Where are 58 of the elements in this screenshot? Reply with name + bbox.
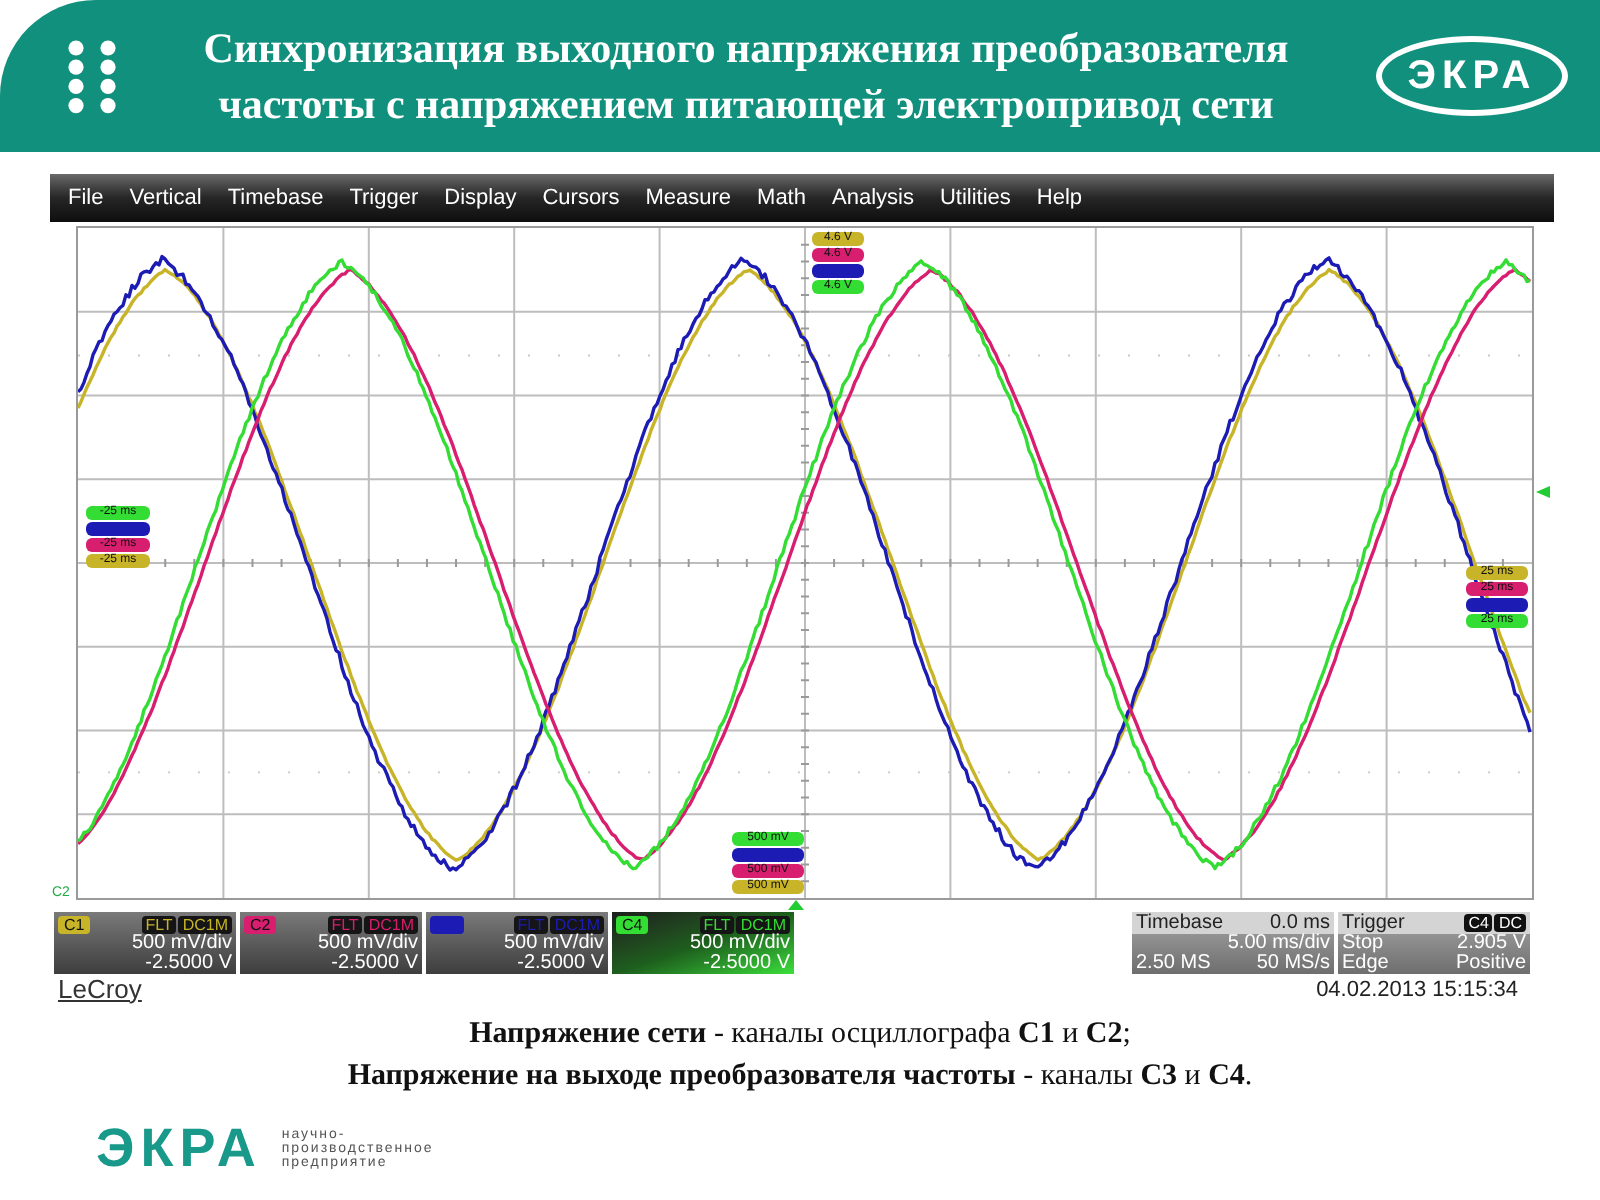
channel-flag: DC1M: [736, 915, 790, 933]
sample-rate: 50 MS/s: [1256, 954, 1330, 974]
trigger-slope: Positive: [1455, 954, 1526, 974]
menu-item[interactable]: File: [68, 187, 104, 209]
trigger-level-icon: [1536, 486, 1550, 498]
channel-offset: -2.5000 V: [331, 954, 418, 974]
menu-item[interactable]: Math: [757, 187, 806, 209]
trigger-title: Trigger: [1342, 913, 1405, 933]
menu-item[interactable]: Cursors: [542, 187, 620, 209]
trigger-panel[interactable]: Trigger C4 DC Stop 2.905 V Edge Positive: [1338, 912, 1530, 974]
channel-panel[interactable]: C4 FLT DC1M 500 mV/div -2.5000 V: [612, 912, 794, 974]
timebase-scale: 5.00 ms/div: [1227, 934, 1330, 954]
channel-flag: FLT: [699, 915, 735, 933]
channel-offset: -2.5000 V: [703, 954, 790, 974]
menu-item[interactable]: Measure: [645, 187, 732, 209]
timebase-title: Timebase: [1136, 913, 1224, 933]
channel-flag: FLT: [513, 915, 549, 933]
menu-item[interactable]: Utilities: [939, 187, 1011, 209]
channel-tag: C1: [58, 915, 91, 933]
channel-tag: C2: [244, 915, 277, 933]
trigger-source: C4: [1464, 914, 1493, 932]
channel-panel[interactable]: C2 FLT DC1M 500 mV/div -2.5000 V: [240, 912, 422, 974]
company-logo: ЭКРА: [1376, 36, 1568, 116]
menu-item[interactable]: Trigger: [349, 187, 419, 209]
slide-title: Синхронизация выходного напряжения преобразователя: [203, 22, 1289, 76]
trigger-voltage: 2.905 V: [1457, 934, 1526, 954]
menu-item[interactable]: Help: [1036, 187, 1083, 209]
channel-flag: FLT: [141, 915, 177, 933]
dots-grid-icon: [68, 39, 116, 113]
slide-title: частоты с напряжением питающей электропривод сети: [218, 78, 1274, 132]
caption-line: Напряжение сети - каналы осциллографа C1 и C2;: [469, 1016, 1131, 1054]
channel-flag: DC1M: [550, 915, 604, 933]
caption-line: Напряжение на выходе преобразователя частоты - каналы C3 и C4.: [347, 1058, 1253, 1096]
menu-item[interactable]: Analysis: [832, 187, 914, 209]
channel-scale: 500 mV/div: [317, 934, 418, 954]
timebase-panel[interactable]: Timebase 0.0 ms 5.00 ms/div 2.50 MS 50 MS/s: [1132, 912, 1334, 974]
channel-flag: DC1M: [364, 915, 418, 933]
channel-offset: -2.5000 V: [145, 954, 232, 974]
channel-flag: FLT: [327, 915, 363, 933]
sample-count: 2.50 MS: [1136, 954, 1211, 974]
channel-offset: -2.5000 V: [517, 954, 604, 974]
timebase-delay: 0.0 ms: [1269, 913, 1330, 933]
channel-tag: C4: [616, 915, 649, 933]
brand-logo: LeCroy: [58, 975, 142, 1003]
timestamp: 04.02.2013 15:15:34: [1316, 977, 1518, 1001]
channel-scale: 500 mV/div: [503, 934, 604, 954]
channel-scale: 500 mV/div: [131, 934, 232, 954]
channel-flag: DC1M: [178, 915, 232, 933]
trigger-state: Stop: [1342, 934, 1384, 954]
channel-panel[interactable]: FLT DC1M 500 mV/div -2.5000 V: [426, 912, 608, 974]
trigger-slope-label: Edge: [1342, 954, 1389, 974]
channel-scale: 500 mV/div: [689, 934, 790, 954]
channel-panel[interactable]: C1 FLT DC1M 500 mV/div -2.5000 V: [54, 912, 236, 974]
menu-item[interactable]: Timebase: [227, 187, 324, 209]
menu-item[interactable]: Display: [444, 187, 517, 209]
menu-item[interactable]: Vertical: [129, 187, 202, 209]
footer-logo: ЭКРА: [96, 1122, 262, 1176]
trigger-coupling: DC: [1494, 914, 1526, 932]
